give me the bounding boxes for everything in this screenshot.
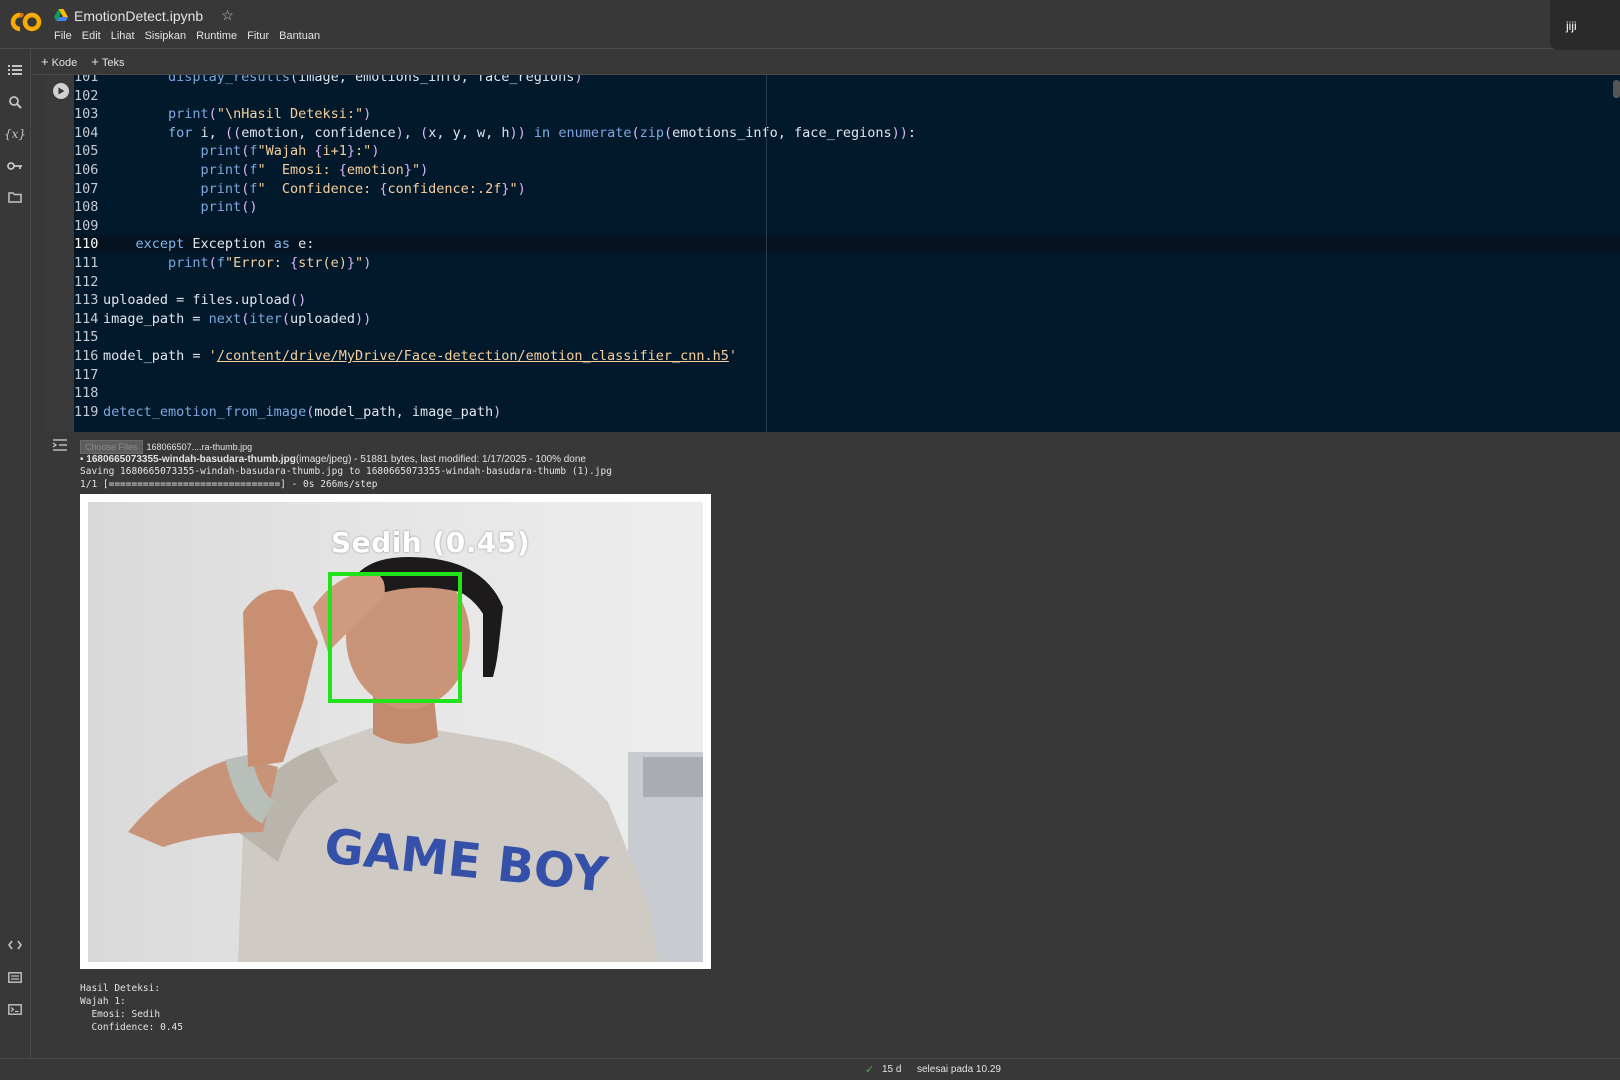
terminal-icon[interactable] (5, 999, 25, 1019)
plus-icon: + (91, 54, 99, 69)
cell-gutter (46, 75, 74, 432)
add-code-button[interactable]: + Kode (41, 54, 77, 69)
menu-runtime[interactable]: Runtime (196, 30, 237, 42)
header: EmotionDetect.ipynb ☆ File Edit Lihat Si… (0, 0, 1620, 50)
result-line-3: Emosi: Sedih (80, 1009, 161, 1020)
left-rail: {x} (0, 49, 31, 1058)
add-text-label: Teks (101, 57, 125, 69)
face-bounding-box (328, 572, 462, 703)
ruler-line (766, 75, 767, 432)
menu-help[interactable]: Bantuan (279, 30, 320, 42)
folder-icon[interactable] (5, 187, 25, 207)
plus-icon: + (41, 54, 49, 69)
code-line[interactable]: 108 print() (74, 198, 1620, 216)
code-line[interactable]: 114 image_path = next(iter(uploaded)) (74, 310, 1620, 328)
menu-edit[interactable]: Edit (82, 30, 101, 42)
menu-bar: File Edit Lihat Sisipkan Runtime Fitur B… (54, 30, 320, 42)
status-bar: ✓ 15 d selesai pada 10.29 (0, 1058, 1620, 1080)
result-line-2: Wajah 1: (80, 996, 126, 1007)
menu-view[interactable]: Lihat (111, 30, 135, 42)
result-image-frame: GAME BOY Sedih (0.45) (80, 494, 711, 969)
execution-completed[interactable]: selesai pada 10.29 (917, 1064, 1001, 1075)
code-editor[interactable]: 101 display_results(image, emotions_info… (74, 75, 1620, 432)
execution-duration: 15 d (882, 1064, 902, 1075)
search-icon[interactable] (5, 92, 25, 112)
notebook-title[interactable]: EmotionDetect.ipynb (74, 8, 203, 24)
line-number: 104 (74, 124, 99, 141)
code-line[interactable]: 113 uploaded = files.upload() (74, 291, 1620, 309)
chosen-file-name: 168066507....ra-thumb.jpg (146, 442, 253, 452)
line-number: 106 (74, 162, 99, 178)
person-photo: GAME BOY (88, 502, 703, 962)
cell-toolbar: + Kode + Teks (31, 49, 1620, 75)
result-line-4: Confidence: 0.45 (80, 1022, 183, 1033)
progress-line: 1/1 [==============================] - 0… (80, 479, 378, 490)
code-line[interactable]: 119 detect_emotion_from_image(model_path,… (74, 403, 1620, 421)
output-actions-icon[interactable] (52, 438, 68, 454)
file-upload-widget: Choose Files 168066507....ra-thumb.jpg (80, 440, 252, 454)
line-number: 117 (74, 366, 99, 383)
user-name: jiji (1566, 19, 1577, 33)
line-number: 107 (74, 180, 99, 197)
line-number: 112 (74, 273, 99, 290)
line-number: 105 (74, 143, 99, 160)
command-palette-icon[interactable] (5, 967, 25, 987)
colab-logo[interactable] (8, 10, 44, 34)
code-line[interactable]: 112 (74, 273, 1620, 291)
line-number: 108 (74, 199, 99, 216)
code-line[interactable]: 110 except Exception as e: (74, 235, 1620, 254)
code-line[interactable]: 105 print(f"Wajah {i+1}:") (74, 142, 1620, 160)
emotion-label: Sedih (0.45) (331, 526, 531, 559)
code-line[interactable]: 106 print(f" Emosi: {emotion}") (74, 161, 1620, 179)
code-line[interactable]: 102 (74, 87, 1620, 105)
code-line[interactable]: 104 for i, ((emotion, confidence), (x, y… (74, 124, 1620, 142)
choose-files-button[interactable]: Choose Files (80, 440, 143, 454)
line-number: 113 (74, 292, 99, 309)
line-number: 115 (74, 329, 99, 346)
upload-status: • 1680665073355-windah-basudara-thumb.jp… (80, 454, 586, 465)
line-number: 103 (74, 106, 99, 123)
line-number: 119 (74, 403, 99, 420)
line-number: 110 (74, 236, 99, 253)
upload-details: (image/jpeg) - 51881 bytes, last modifie… (295, 454, 586, 465)
menu-tools[interactable]: Fitur (247, 30, 269, 42)
line-number: 101 (74, 75, 99, 85)
code-line[interactable]: 111 print(f"Error: {str(e)}") (74, 254, 1620, 272)
play-icon (58, 87, 65, 95)
add-code-label: Kode (51, 57, 78, 69)
code-line[interactable]: 107 print(f" Confidence: {confidence:.2f… (74, 180, 1620, 198)
result-line-1: Hasil Deteksi: (80, 983, 161, 994)
code-line[interactable]: 115 (74, 328, 1620, 346)
code-line[interactable]: 118 (74, 384, 1620, 402)
toc-icon[interactable] (5, 60, 25, 80)
scrollbar-thumb[interactable] (1613, 80, 1620, 98)
drive-icon (54, 9, 68, 22)
user-chip[interactable]: jiji (1550, 0, 1620, 50)
upload-filename: 1680665073355-windah-basudara-thumb.jpg (86, 454, 296, 465)
line-number: 114 (74, 310, 99, 327)
code-line[interactable]: 109 (74, 217, 1620, 235)
code-line[interactable]: 103 print("\nHasil Deteksi:") (74, 105, 1620, 123)
code-line[interactable]: 116 model_path = '/content/drive/MyDrive/… (74, 347, 1620, 365)
add-text-button[interactable]: + Teks (91, 54, 124, 69)
line-number: 118 (74, 385, 99, 402)
key-icon[interactable] (5, 156, 25, 176)
code-line[interactable]: 117 (74, 366, 1620, 384)
line-number: 111 (74, 255, 99, 271)
line-number: 102 (74, 87, 99, 104)
line-number: 109 (74, 217, 99, 234)
star-icon[interactable]: ☆ (221, 7, 234, 24)
run-cell-button[interactable] (53, 83, 69, 99)
menu-insert[interactable]: Sisipkan (145, 30, 187, 42)
variables-icon[interactable]: {x} (4, 124, 26, 144)
saving-line: Saving 1680665073355-windah-basudara-thu… (80, 466, 612, 477)
check-icon: ✓ (865, 1064, 875, 1076)
line-number: 116 (74, 348, 99, 364)
result-photo: GAME BOY Sedih (0.45) (88, 502, 703, 962)
menu-file[interactable]: File (54, 30, 72, 42)
code-snippets-icon[interactable] (5, 935, 25, 955)
code-line[interactable]: 101 display_results(image, emotions_info… (74, 75, 1620, 86)
